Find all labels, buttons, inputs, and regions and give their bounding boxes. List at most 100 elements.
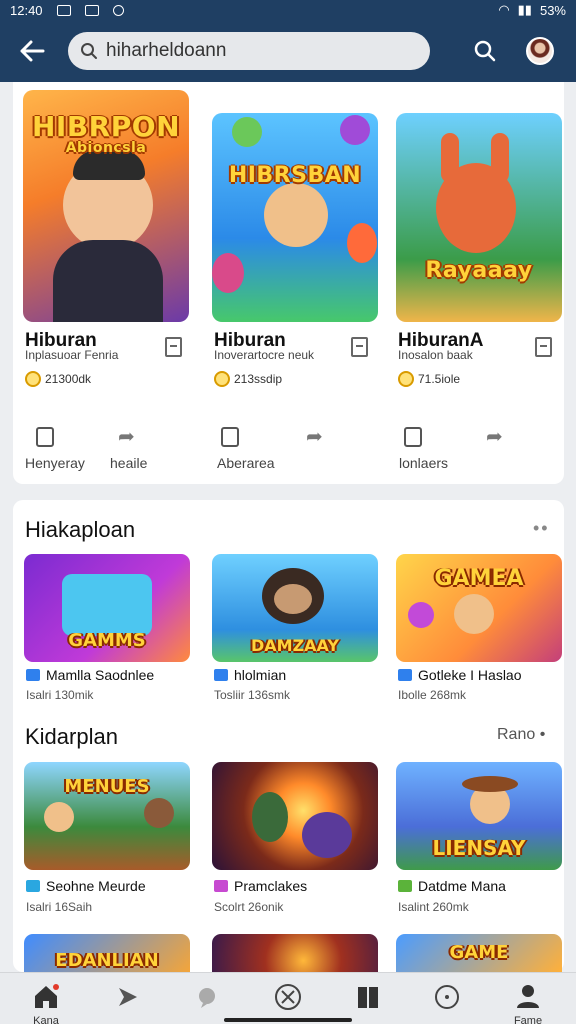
chat-icon — [199, 988, 215, 1008]
back-button[interactable] — [18, 37, 46, 65]
compass-icon — [435, 985, 459, 1009]
game-thumbnail[interactable]: LIENSAY — [396, 762, 562, 870]
game-thumbnail[interactable]: MENUES — [24, 762, 190, 870]
nav-library[interactable] — [338, 973, 398, 1024]
nav-play[interactable] — [98, 973, 158, 1024]
more-options-icon[interactable]: •• — [533, 518, 550, 539]
game-art-title: EDANLIAN — [55, 950, 159, 971]
action-label[interactable]: Henyeray — [25, 455, 85, 471]
search-button[interactable] — [472, 38, 498, 64]
nav-label: Fame — [513, 1015, 543, 1024]
game-meta: 213ssdip — [214, 371, 282, 387]
game-thumbnail[interactable]: GAME — [396, 934, 562, 972]
game-art-title: GAMMS — [68, 630, 146, 651]
play-icon — [119, 988, 137, 1006]
game-art-title: DAMZAAY — [250, 636, 339, 655]
home-icon — [35, 984, 59, 1008]
game-thumbnail[interactable]: EDANLIAN — [24, 934, 190, 972]
nav-close[interactable] — [258, 973, 318, 1024]
action-label[interactable]: Aberarea — [217, 455, 275, 471]
game-art-title: GAME — [449, 942, 509, 963]
game-title[interactable]: Gotleke I Haslao — [398, 667, 522, 683]
action-label[interactable]: heaile — [110, 455, 147, 471]
game-subtitle: Inplasuoar Fenria — [25, 348, 119, 362]
sync-icon — [112, 4, 124, 16]
coin-icon — [25, 371, 41, 387]
person-icon — [517, 985, 539, 1008]
share-icon[interactable]: ➦ — [118, 424, 135, 449]
nav-home[interactable]: Kana — [16, 973, 76, 1024]
featured-card: HIBRPON Abioncsla Hiburan Inplasuoar Fen… — [13, 82, 564, 484]
game-title[interactable]: Datdme Mana — [398, 878, 506, 894]
bookmark-icon[interactable] — [535, 337, 552, 357]
bookmark-icon[interactable] — [351, 337, 368, 357]
coin-icon — [398, 371, 414, 387]
game-art-title: Rayaaay — [425, 258, 533, 283]
game-thumbnail[interactable] — [212, 934, 378, 972]
game-art-subtitle: Abioncsla — [65, 140, 147, 156]
nav-chat[interactable] — [177, 973, 237, 1024]
share-icon[interactable]: ➦ — [306, 424, 323, 449]
game-badge-icon — [26, 669, 40, 681]
bookmark-icon[interactable] — [165, 337, 182, 357]
search-icon — [81, 43, 97, 59]
status-time: 12:40 — [10, 2, 43, 18]
share-icon[interactable]: ➦ — [486, 424, 503, 449]
game-thumbnail[interactable]: DAMZAAY — [212, 554, 378, 662]
bookmark-icon[interactable] — [221, 427, 239, 447]
game-badge-icon — [214, 669, 228, 681]
game-subtitle: Scolrt 26onik — [214, 900, 284, 914]
book-icon — [358, 987, 378, 1008]
game-title[interactable]: Pramclakes — [214, 878, 307, 894]
game-badge-icon — [214, 880, 228, 892]
game-badge-icon — [398, 669, 412, 681]
nav-profile[interactable]: Fame — [498, 973, 558, 1024]
avatar[interactable] — [526, 37, 554, 65]
search-input[interactable] — [106, 40, 406, 62]
game-badge-icon — [398, 880, 412, 892]
sections-card: Hiakaploan •• GAMMS DAMZAAY GAMEA Mamlla… — [13, 500, 564, 972]
notification-icon — [56, 4, 71, 16]
nav-explore[interactable] — [417, 973, 477, 1024]
game-subtitle: Inosalon baak — [398, 348, 473, 362]
status-bar: 12:40 ◠ ▮▮ 53% — [0, 0, 576, 20]
game-art-title: MENUES — [64, 776, 150, 797]
game-title[interactable]: Seohne Meurde — [26, 878, 146, 894]
action-label[interactable]: lonlaers — [399, 455, 448, 471]
bottom-navigation: Kana Fame — [0, 972, 576, 1024]
search-bar[interactable] — [68, 32, 430, 70]
section-more-link[interactable]: Rano • — [497, 726, 545, 744]
game-thumbnail[interactable] — [212, 762, 378, 870]
game-thumbnail[interactable]: Rayaaay — [396, 113, 562, 322]
game-subtitle: Isalri 130mik — [26, 688, 94, 702]
game-title[interactable]: hlolmian — [214, 667, 286, 683]
game-art-title: GAMEA — [434, 566, 524, 591]
game-art-title: LIENSAY — [432, 836, 526, 860]
game-subtitle: Isalri 16Saih — [26, 900, 93, 914]
game-thumbnail[interactable]: GAMMS — [24, 554, 190, 662]
game-subtitle: Inoverartocre neuk — [214, 348, 315, 362]
game-meta: 21300dk — [25, 371, 91, 387]
game-art-title: HIBRPON — [31, 110, 180, 143]
message-icon — [84, 4, 99, 16]
back-arrow-icon — [20, 40, 45, 62]
game-thumbnail[interactable]: HIBRSBAN — [212, 113, 378, 322]
battery-level: 53% — [539, 2, 566, 18]
search-icon — [474, 40, 496, 62]
game-subtitle: Tosliir 136smk — [214, 688, 291, 702]
game-art-title: HIBRSBAN — [228, 163, 362, 188]
wifi-icon: ◠ — [498, 2, 510, 17]
game-thumbnail[interactable]: HIBRPON Abioncsla — [23, 90, 189, 322]
game-title[interactable]: Mamlla Saodnlee — [26, 667, 154, 683]
game-meta: 71.5iole — [398, 371, 460, 387]
nav-label: Kana — [33, 1015, 59, 1024]
game-thumbnail[interactable]: GAMEA — [396, 554, 562, 662]
close-circle-icon — [275, 984, 301, 1010]
bookmark-icon[interactable] — [36, 427, 54, 447]
game-subtitle: Isalint 260mk — [398, 900, 469, 914]
section-title: Hiakaploan — [25, 517, 136, 542]
section-title: Kidarplan — [25, 724, 118, 749]
bookmark-icon[interactable] — [404, 427, 422, 447]
game-subtitle: Ibolle 268mk — [398, 688, 467, 702]
coin-icon — [214, 371, 230, 387]
